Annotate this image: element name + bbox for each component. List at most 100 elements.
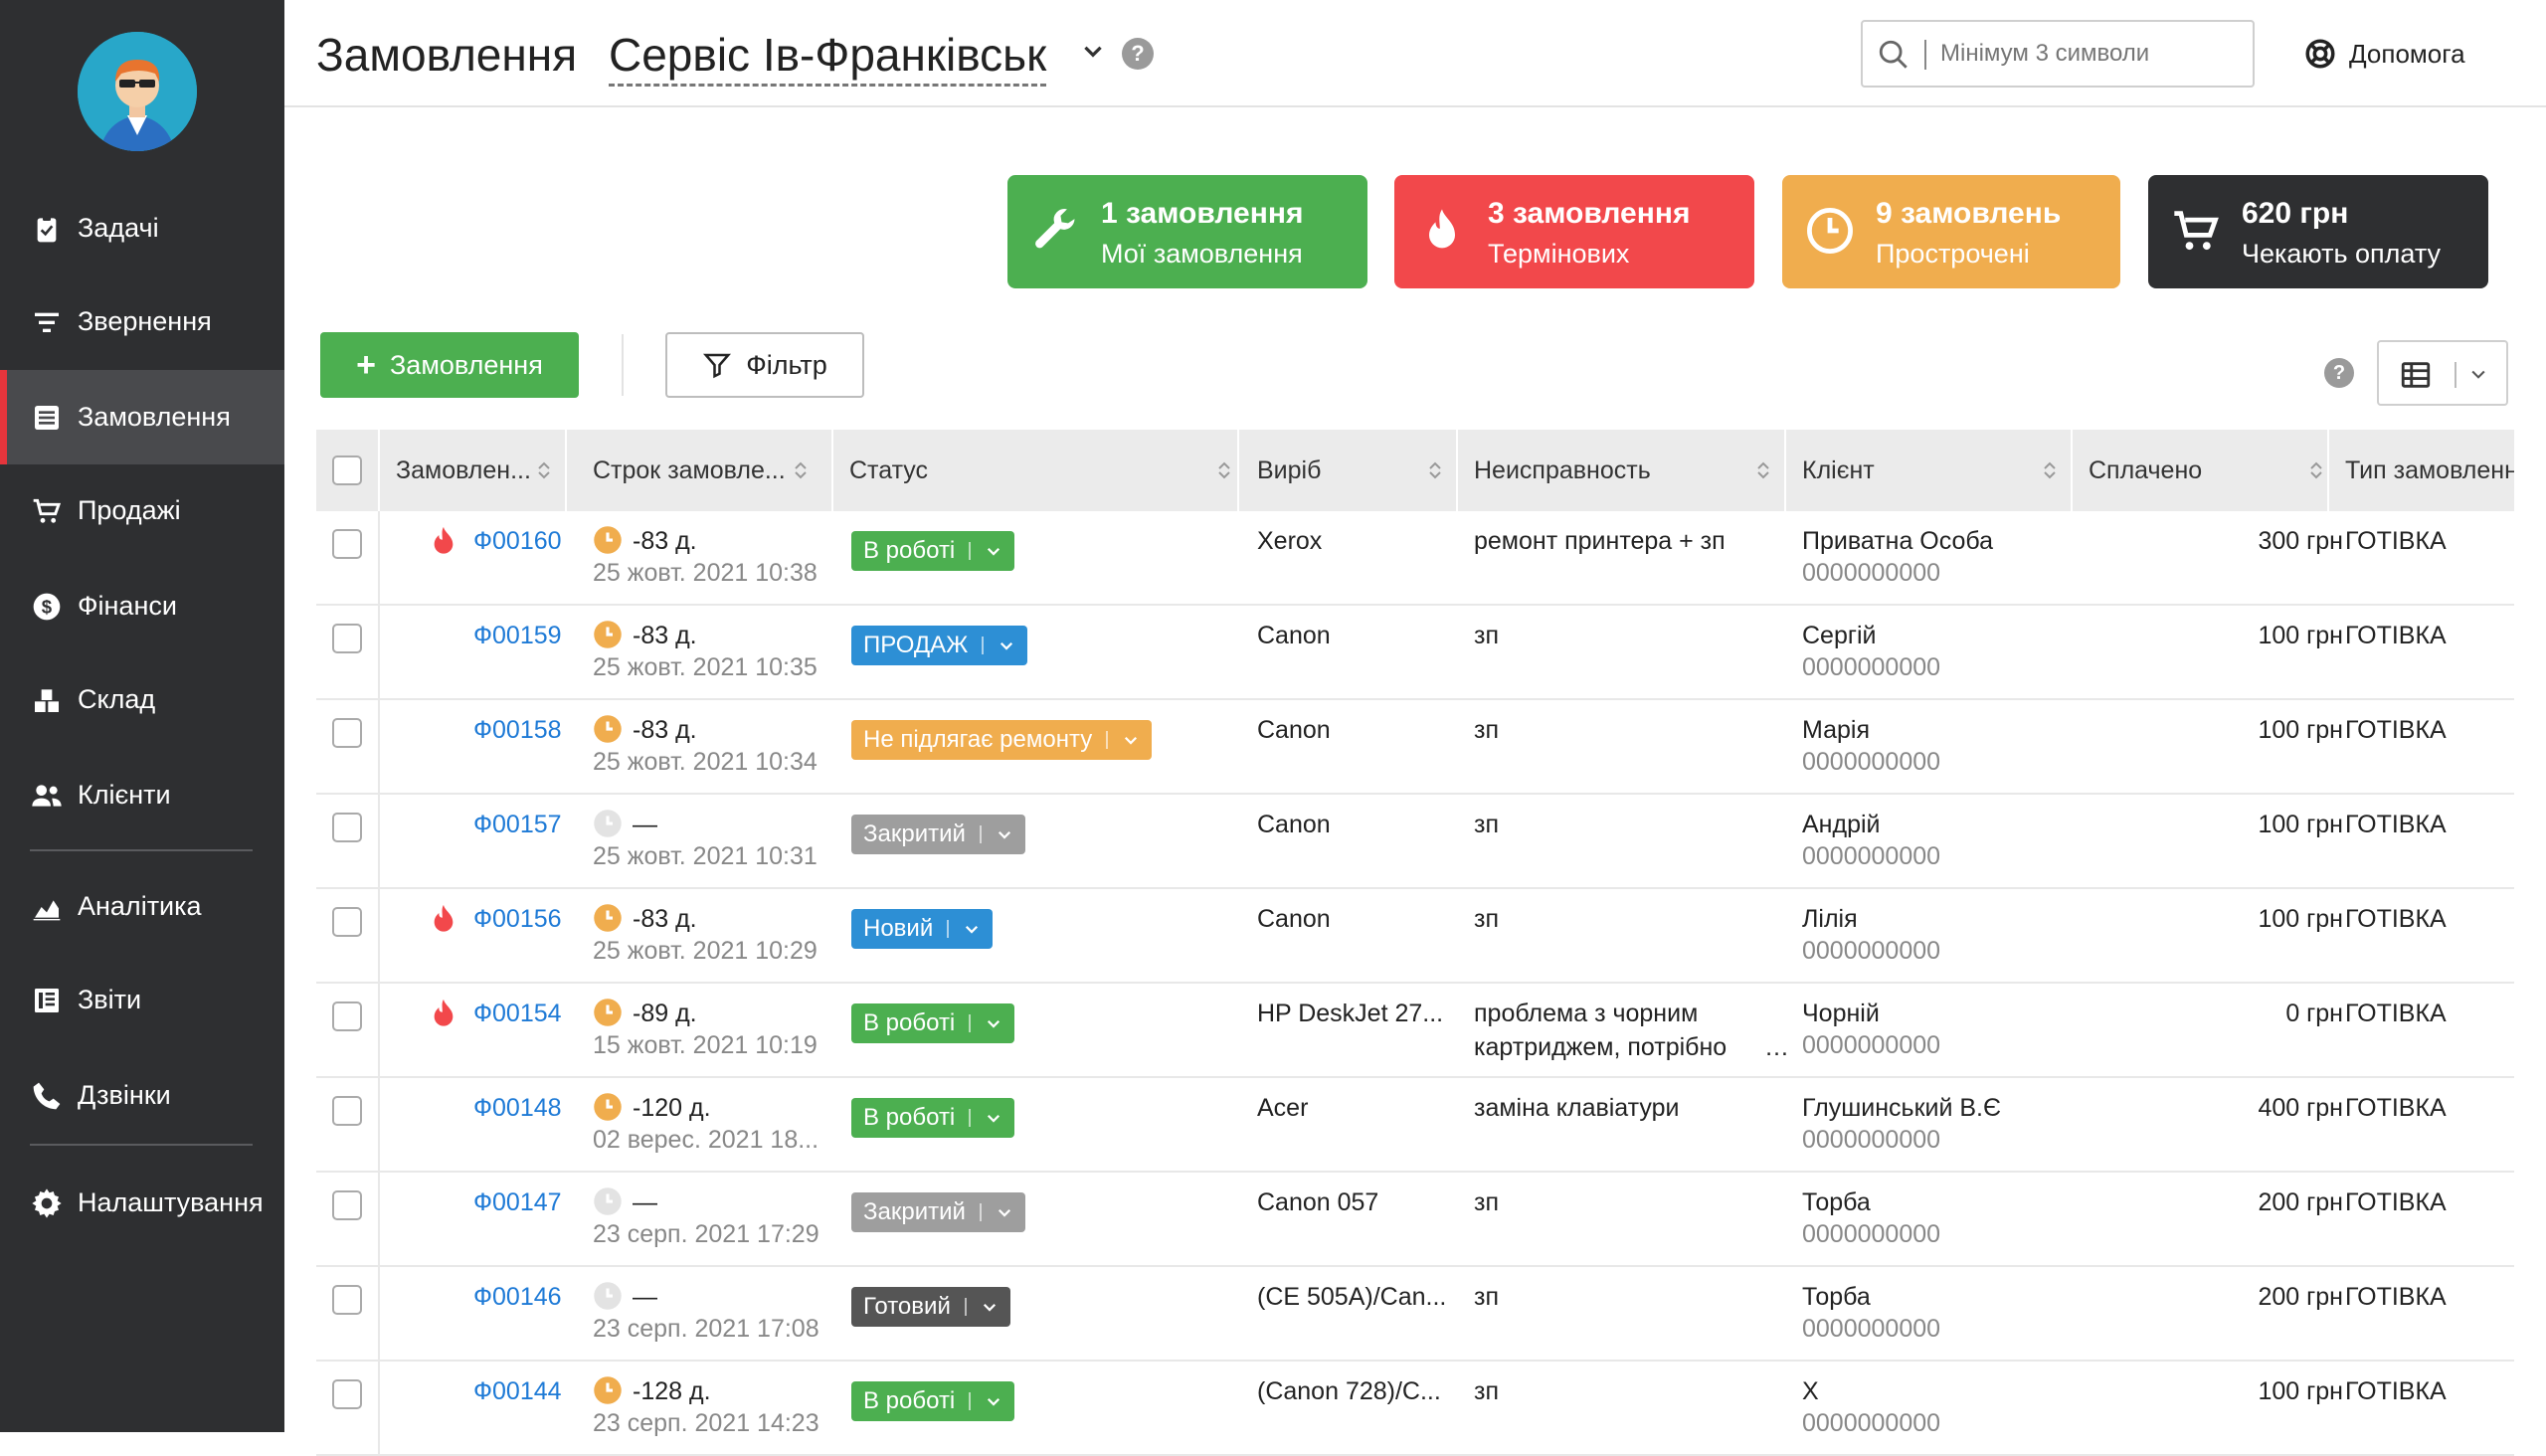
- sidebar-item-warehouse[interactable]: Склад: [0, 652, 284, 747]
- filter-icon: [703, 353, 732, 379]
- column-header-fault[interactable]: Неисправность: [1474, 430, 1784, 511]
- product-name: Xerox: [1257, 527, 1323, 555]
- table-row[interactable]: Ф00156 -83 д. 25 жовт. 2021 10:29 Новий Cano…: [316, 889, 2514, 984]
- column-header-paid[interactable]: Сплачено: [2089, 430, 2337, 511]
- table-help-icon[interactable]: ?: [2324, 358, 2354, 388]
- column-header-deadline[interactable]: Строк замовле...: [593, 430, 821, 511]
- sidebar-item-filter-lines[interactable]: Звернення: [0, 274, 284, 369]
- order-id-link[interactable]: Ф00148: [473, 1094, 562, 1123]
- payment-type: ГОТІВКА: [2345, 1094, 2447, 1122]
- status-dropdown[interactable]: ПРОДАЖ: [851, 626, 1028, 665]
- row-checkbox[interactable]: [332, 529, 362, 559]
- order-id-link[interactable]: Ф00154: [473, 1000, 562, 1028]
- add-order-button[interactable]: + Замовлення: [320, 332, 579, 398]
- order-id-link[interactable]: Ф00159: [473, 622, 562, 650]
- column-header-client[interactable]: Клієнт: [1802, 430, 2071, 511]
- product-name: (CE 505A)/Can...: [1257, 1283, 1447, 1311]
- status-dropdown[interactable]: Не підлягає ремонту: [851, 720, 1153, 760]
- table-row[interactable]: Ф00146 — 23 серп. 2021 17:08 Готовий (CE 505…: [316, 1267, 2514, 1362]
- paid-amount: 100 грн: [2258, 905, 2344, 933]
- column-separator: [378, 1267, 380, 1362]
- order-id-link[interactable]: Ф00146: [473, 1283, 562, 1312]
- column-header-product[interactable]: Виріб: [1257, 430, 1456, 511]
- svg-text:$: $: [42, 596, 53, 617]
- status-dropdown[interactable]: Готовий: [851, 1287, 1010, 1327]
- search-box[interactable]: [1861, 20, 2255, 88]
- sidebar-item-dollar[interactable]: $ Фінанси: [0, 559, 284, 653]
- deadline-days: —: [633, 1283, 657, 1311]
- status-dropdown[interactable]: В роботі: [851, 1098, 1015, 1138]
- search-input[interactable]: [1940, 34, 2239, 74]
- sidebar-item-gear[interactable]: Налаштування: [0, 1156, 284, 1250]
- status-label: Закритий: [863, 820, 966, 847]
- paid-amount: 300 грн: [2258, 527, 2344, 555]
- column-header-status[interactable]: Статус: [849, 430, 1245, 511]
- service-selector[interactable]: Сервіс Ів-Франківськ: [609, 28, 1047, 87]
- product-name: (Canon 728)/C...: [1257, 1377, 1441, 1405]
- table-row[interactable]: Ф00160 -83 д. 25 жовт. 2021 10:38 В роботі X…: [316, 511, 2514, 606]
- order-id-link[interactable]: Ф00158: [473, 716, 562, 745]
- status-dropdown[interactable]: Закритий: [851, 815, 1025, 854]
- column-header-label: Виріб: [1257, 455, 1322, 484]
- table-row[interactable]: Ф00159 -83 д. 25 жовт. 2021 10:35 ПРОДАЖ Can…: [316, 606, 2514, 700]
- column-header-type[interactable]: Тип замовлення: [2345, 430, 2514, 511]
- chevron-down-icon[interactable]: [1080, 38, 1106, 64]
- row-checkbox[interactable]: [332, 1096, 362, 1126]
- table-row[interactable]: Ф00158 -83 д. 25 жовт. 2021 10:34 Не підляг…: [316, 700, 2514, 795]
- payment-type: ГОТІВКА: [2345, 1000, 2447, 1027]
- filter-button[interactable]: Фільтр: [665, 332, 864, 398]
- help-button[interactable]: Допомога: [2303, 30, 2465, 78]
- row-checkbox[interactable]: [332, 718, 362, 748]
- column-header-order[interactable]: Замовлен...: [396, 430, 565, 511]
- order-id-link[interactable]: Ф00147: [473, 1188, 562, 1217]
- sidebar-item-reports[interactable]: Звіти: [0, 953, 284, 1047]
- table-row[interactable]: Ф00144 -128 д. 23 серп. 2021 14:23 В роботі…: [316, 1362, 2514, 1456]
- sidebar-item-users[interactable]: Клієнти: [0, 748, 284, 842]
- chevron-down-icon: [983, 1303, 996, 1312]
- avatar[interactable]: [78, 32, 197, 151]
- row-checkbox[interactable]: [332, 1190, 362, 1220]
- order-id-link[interactable]: Ф00160: [473, 527, 562, 556]
- sidebar-item-phone[interactable]: Дзвінки: [0, 1048, 284, 1143]
- help-question-icon[interactable]: ?: [1122, 38, 1154, 70]
- table-row[interactable]: Ф00147 — 23 серп. 2021 17:29 Закритий Canon …: [316, 1173, 2514, 1267]
- row-checkbox[interactable]: [332, 624, 362, 653]
- order-id-link[interactable]: Ф00157: [473, 811, 562, 839]
- sidebar-item-label: Налаштування: [78, 1187, 264, 1217]
- sidebar-item-cart[interactable]: Продажі: [0, 463, 284, 558]
- sidebar: Задачі Звернення Замовлення Продажі $ Фінанси…: [0, 0, 284, 1432]
- row-checkbox[interactable]: [332, 907, 362, 937]
- sidebar-item-tasks[interactable]: Задачі: [0, 181, 284, 275]
- card-urgent[interactable]: 3 замовлення Термінових: [1394, 175, 1754, 288]
- status-dropdown[interactable]: В роботі: [851, 1381, 1015, 1421]
- status-separator: [969, 542, 972, 560]
- row-checkbox[interactable]: [332, 1285, 362, 1315]
- order-id-link[interactable]: Ф00144: [473, 1377, 562, 1406]
- column-separator: [378, 1173, 380, 1267]
- status-dropdown[interactable]: Новий: [851, 909, 994, 949]
- search-icon: [1879, 40, 1908, 69]
- sidebar-item-chart-area[interactable]: Аналітика: [0, 859, 284, 954]
- table-row[interactable]: Ф00157 — 25 жовт. 2021 10:31 Закритий Canon з…: [316, 795, 2514, 889]
- table-row[interactable]: Ф00154 -89 д. 15 жовт. 2021 10:19 В роботі H…: [316, 984, 2514, 1078]
- sidebar-separator: [30, 1144, 253, 1146]
- row-checkbox[interactable]: [332, 1379, 362, 1409]
- sidebar-separator: [30, 849, 253, 851]
- view-toggle-button[interactable]: [2377, 340, 2508, 406]
- card-my-orders[interactable]: 1 замовлення Мої замовлення: [1007, 175, 1367, 288]
- status-dropdown[interactable]: В роботі: [851, 531, 1015, 571]
- ellipsis: …: [1764, 1033, 1789, 1061]
- row-checkbox[interactable]: [332, 1001, 362, 1031]
- payment-type: ГОТІВКА: [2345, 1377, 2447, 1405]
- row-checkbox[interactable]: [332, 813, 362, 842]
- cart-icon: [2174, 211, 2219, 251]
- status-dropdown[interactable]: Закритий: [851, 1192, 1025, 1232]
- card-unpaid-label: Чекають оплату: [2242, 239, 2442, 269]
- card-unpaid[interactable]: 620 грн Чекають оплату: [2148, 175, 2488, 288]
- select-all-checkbox[interactable]: [332, 455, 362, 485]
- order-id-link[interactable]: Ф00156: [473, 905, 562, 934]
- status-dropdown[interactable]: В роботі: [851, 1003, 1015, 1043]
- table-row[interactable]: Ф00148 -120 д. 02 верес. 2021 18... В робот…: [316, 1078, 2514, 1173]
- sidebar-item-orders[interactable]: Замовлення: [0, 370, 284, 464]
- card-overdue[interactable]: 9 замовлень Прострочені: [1782, 175, 2120, 288]
